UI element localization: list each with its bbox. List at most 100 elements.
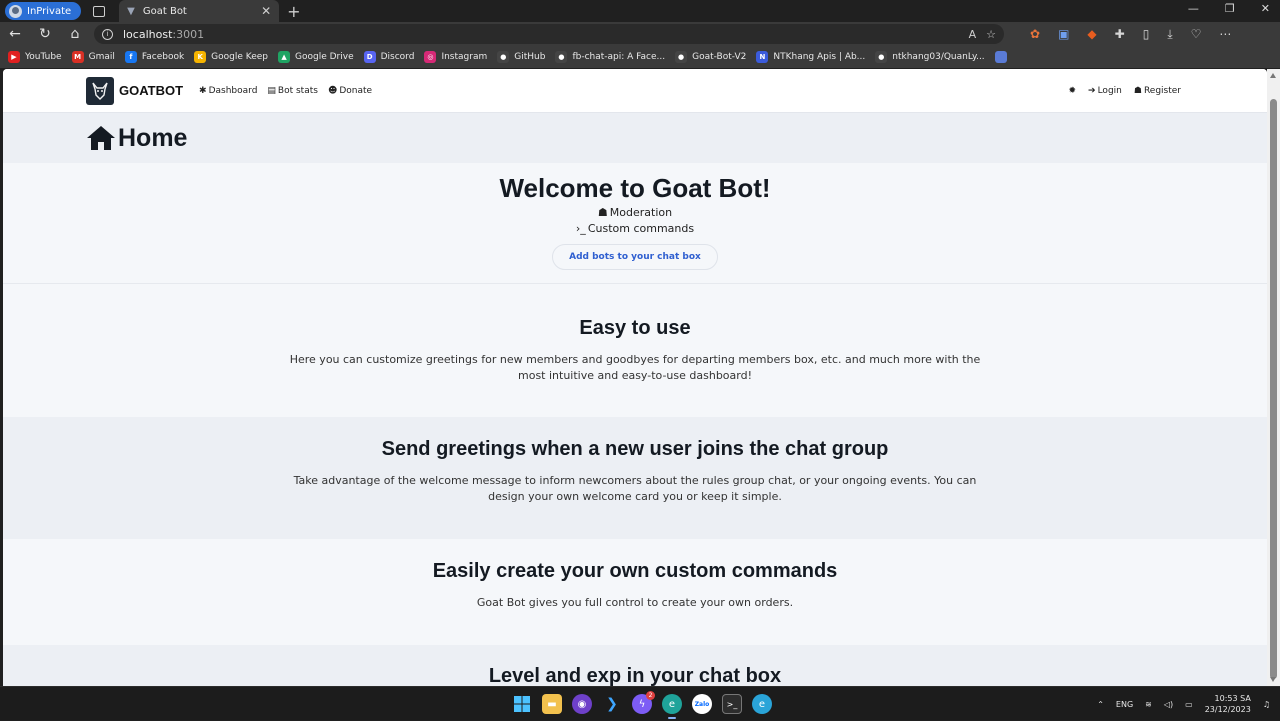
downloads-icon[interactable]: ⤓ (1167, 27, 1172, 42)
tab-actions-icon[interactable] (93, 5, 106, 17)
section-text: Here you can customize greetings for new… (289, 353, 981, 382)
nav-bot-stats[interactable]: ▤ Bot stats (267, 86, 318, 96)
vscode-icon[interactable]: ❯ (602, 694, 622, 714)
notification-bell-icon[interactable]: ♫ (1263, 700, 1270, 709)
window-close-icon[interactable]: ✕ (1261, 2, 1270, 15)
bookmark-item[interactable]: ● GitHub (497, 51, 545, 63)
edge-icon[interactable]: e (662, 694, 682, 719)
battery-icon[interactable]: ▭ (1185, 700, 1193, 709)
messenger-icon[interactable]: ϟ2 (632, 691, 655, 714)
section-custom-commands: Easily create your own custom commands G… (3, 539, 1267, 645)
instagram-icon: ◎ (424, 51, 437, 63)
new-tab-icon[interactable]: + (287, 2, 300, 21)
bookmark-item[interactable]: ● fb-chat-api: A Face... (555, 51, 665, 63)
bookmark-item[interactable]: M Gmail (71, 51, 115, 63)
nav-dashboard[interactable]: ✱ Dashboard (199, 86, 257, 96)
wifi-icon[interactable]: ≋ (1145, 700, 1152, 709)
address-toolbar: ← ↻ ⌂ i localhost:3001 A ☆ ✿ ▣ ◆ ✚ ▯ ⤓ ♡… (0, 22, 1280, 46)
bookmark-item[interactable]: ▲ Google Drive (278, 51, 354, 63)
taskbar-apps: ▬ ◉ ❯ ϟ2 e Zalo >_ e (512, 691, 772, 719)
bookmark-label: YouTube (25, 52, 62, 62)
bookmark-label: Goat-Bot-V2 (692, 52, 747, 62)
bookmark-label: fb-chat-api: A Face... (572, 52, 666, 62)
bookmark-label: ntkhang03/QuanLy... (892, 52, 985, 62)
zalo-icon[interactable]: Zalo (692, 694, 712, 714)
site-info-icon[interactable]: i (102, 28, 113, 40)
login-icon: ➔ (1088, 86, 1096, 96)
more-menu-icon[interactable]: ⋯ (1219, 27, 1231, 42)
bookmark-label: GitHub (514, 52, 546, 62)
brand-name[interactable]: GOATBOT (119, 83, 183, 98)
chevron-up-icon[interactable]: ⌃ (1097, 700, 1104, 709)
bookmark-label: Facebook (141, 52, 185, 62)
tab-goat-bot[interactable]: ▼ Goat Bot ✕ (119, 0, 280, 22)
bookmark-item[interactable]: ● ntkhang03/QuanLy... (875, 51, 985, 63)
ntk-icon: N (756, 51, 769, 63)
terminal-icon: ›_ (575, 221, 586, 235)
browser-tab-strip: InPrivate ▼ Goat Bot ✕ + — ❐ ✕ (0, 0, 1280, 22)
windows-start-icon[interactable] (512, 694, 532, 714)
bookmark-folder-icon[interactable] (994, 51, 1007, 63)
section-text: Goat Bot gives you full control to creat… (476, 596, 794, 609)
extensions-puzzle-icon[interactable]: ✚ (1115, 27, 1125, 42)
gmail-icon: M (71, 51, 84, 63)
bookmark-item[interactable]: D Discord (363, 51, 415, 63)
read-aloud-icon[interactable]: A (969, 28, 977, 41)
file-explorer-icon[interactable]: ▬ (542, 694, 562, 714)
minimize-icon[interactable]: — (1188, 2, 1199, 15)
github-desktop-icon[interactable]: ◉ (572, 694, 592, 714)
scrollbar-thumb[interactable] (1270, 99, 1277, 679)
window-controls: — ❐ ✕ (1188, 2, 1270, 15)
section-title: Send greetings when a new user joins the… (381, 438, 889, 460)
split-screen-icon[interactable]: ▯ (1143, 27, 1150, 42)
hero-section: Welcome to Goat Bot! ☗ Moderation ›_ Cus… (3, 163, 1267, 284)
bookmark-item[interactable]: f Facebook (124, 51, 185, 63)
language-indicator[interactable]: ENG (1116, 700, 1133, 709)
home-icon[interactable]: ⌂ (60, 26, 90, 42)
scroll-down-icon[interactable] (1270, 677, 1276, 682)
bookmark-item[interactable]: N NTKhang Apis | Ab... (756, 51, 865, 63)
address-bar[interactable]: i localhost:3001 A ☆ (94, 24, 1004, 44)
donate-icon: ☻ (327, 85, 338, 96)
terminal-app-icon[interactable]: >_ (722, 694, 742, 714)
feature-custom-commands: ›_ Custom commands (575, 221, 695, 235)
page-viewport: GOATBOT ✱ Dashboard ▤ Bot stats ☻ Donate… (3, 69, 1267, 686)
settings-gear-icon[interactable]: ✹ (1068, 86, 1076, 96)
volume-icon[interactable]: ◁) (1164, 700, 1173, 709)
extension-icons: ✿ ▣ ◆ ✚ ▯ ⤓ ♡ ⋯ (1030, 27, 1231, 42)
extension-icon[interactable]: ✿ (1030, 27, 1040, 42)
bookmark-item[interactable]: ● Goat-Bot-V2 (675, 51, 746, 63)
inprivate-indicator[interactable]: InPrivate (5, 2, 82, 20)
clock[interactable]: 10:53 SA 23/12/2023 (1205, 693, 1251, 715)
page-title: Home (86, 124, 187, 153)
drive-icon: ▲ (278, 51, 291, 63)
performance-icon[interactable]: ♡ (1191, 27, 1202, 42)
add-bot-button[interactable]: Add bots to your chat box (552, 244, 718, 270)
section-title: Easily create your own custom commands (432, 560, 838, 582)
bookmark-item[interactable]: ◎ Instagram (424, 51, 487, 63)
section-text: Take advantage of the welcome message to… (293, 474, 977, 503)
bookmark-item[interactable]: K Google Keep (194, 51, 268, 63)
reload-icon[interactable]: ↻ (30, 26, 60, 42)
bookmark-label: Gmail (88, 52, 115, 62)
section-title: Level and exp in your chat box (488, 665, 782, 686)
restore-icon[interactable]: ❐ (1225, 2, 1235, 15)
goat-logo-icon[interactable] (86, 76, 114, 105)
bookmark-item[interactable]: ▶ YouTube (8, 51, 62, 63)
extension-icon[interactable]: ◆ (1087, 27, 1096, 42)
nav-register[interactable]: ☗ Register (1134, 86, 1181, 96)
discord-icon: D (363, 51, 376, 63)
edge-dev-icon[interactable]: e (752, 694, 772, 714)
facebook-icon: f (124, 51, 137, 63)
nav-donate[interactable]: ☻ Donate (328, 86, 372, 96)
favorite-star-icon[interactable]: ☆ (986, 28, 996, 41)
page-scrollbar[interactable] (1267, 69, 1280, 686)
system-tray: ⌃ ENG ≋ ◁) ▭ 10:53 SA 23/12/2023 ♫ (1097, 687, 1270, 721)
bookmark-label: Discord (380, 52, 415, 62)
bookmark-label: NTKhang Apis | Ab... (773, 52, 866, 62)
scroll-up-icon[interactable] (1270, 73, 1276, 78)
nav-login[interactable]: ➔ Login (1088, 86, 1122, 96)
tab-close-icon[interactable]: ✕ (261, 4, 271, 18)
back-icon[interactable]: ← (0, 26, 30, 42)
translate-icon[interactable]: ▣ (1058, 27, 1069, 42)
